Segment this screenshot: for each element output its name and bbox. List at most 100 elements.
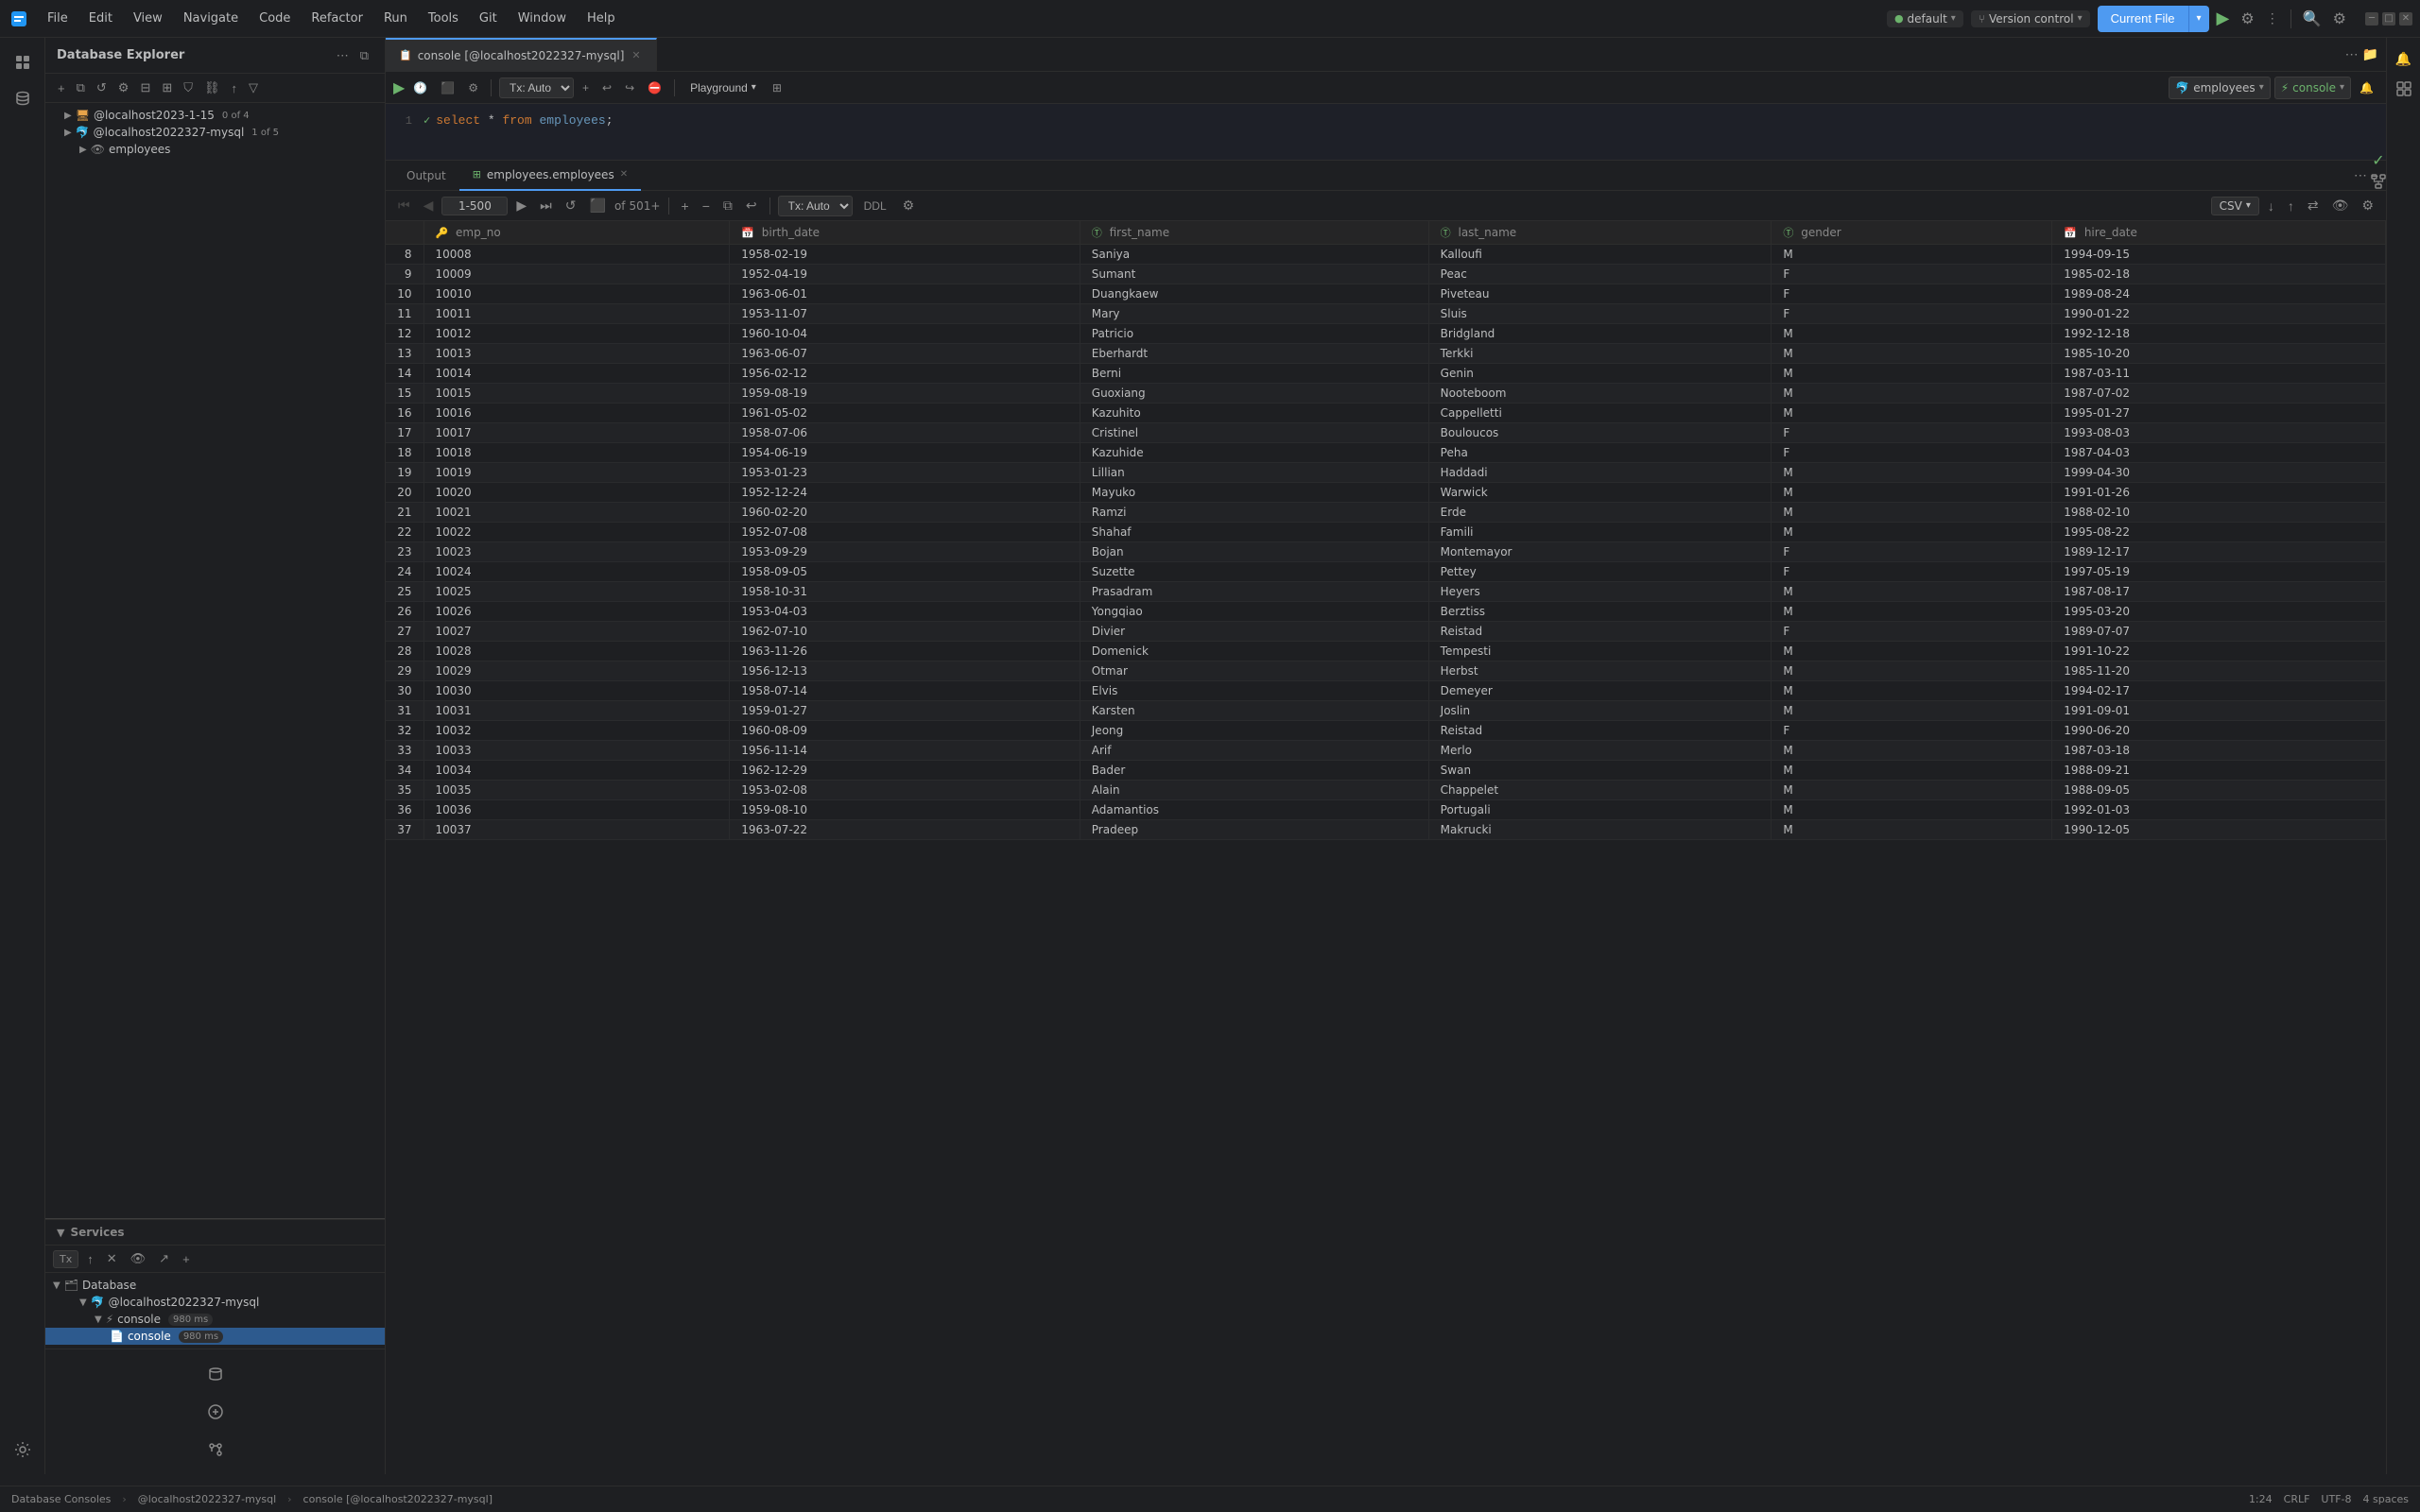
services-eye-btn[interactable]: 👁 xyxy=(126,1248,151,1269)
table-row[interactable]: 26 10026 1953-04-03 Yongqiao Berztiss M … xyxy=(386,602,2386,622)
transpose-btn[interactable]: ⇄ xyxy=(2303,196,2324,215)
table-row[interactable]: 27 10027 1962-07-10 Divier Reistad F 198… xyxy=(386,622,2386,642)
table-row[interactable]: 15 10015 1959-08-19 Guoxiang Nooteboom M… xyxy=(386,384,2386,404)
maximize-button[interactable]: □ xyxy=(2382,12,2395,26)
table-row[interactable]: 10 10010 1963-06-01 Duangkaew Piveteau F… xyxy=(386,284,2386,304)
global-debug-button[interactable]: ⚙ xyxy=(2237,9,2257,28)
results-tab-close-icon[interactable]: ✕ xyxy=(620,169,628,180)
menu-window[interactable]: Window xyxy=(509,8,576,29)
add-stmt-btn[interactable]: + xyxy=(578,78,594,97)
sidebar-export-btn[interactable]: ↑ xyxy=(227,78,243,98)
status-indent[interactable]: 4 spaces xyxy=(2363,1493,2410,1505)
table-row[interactable]: 24 10024 1958-09-05 Suzette Pettey F 199… xyxy=(386,562,2386,582)
services-close-btn[interactable]: ✕ xyxy=(102,1248,122,1269)
current-file-button[interactable]: Current File xyxy=(2098,6,2188,32)
sidebar-refresh-btn[interactable]: ↺ xyxy=(92,77,112,98)
table-row[interactable]: 32 10032 1960-08-09 Jeong Reistad F 1990… xyxy=(386,721,2386,741)
sidebar-copy-btn[interactable]: ⧉ xyxy=(72,77,90,98)
run-query-button[interactable]: ▶ xyxy=(393,78,405,97)
revert-btn[interactable]: ↩ xyxy=(741,196,762,215)
undo-btn[interactable]: ↩ xyxy=(597,78,616,97)
right-layout-btn[interactable] xyxy=(2391,76,2417,102)
table-row[interactable]: 34 10034 1962-12-29 Bader Swan M 1988-09… xyxy=(386,761,2386,781)
left-api-icon[interactable] xyxy=(199,1395,233,1429)
add-row-btn[interactable]: + xyxy=(677,197,694,215)
menu-edit[interactable]: Edit xyxy=(79,8,122,29)
results-more-btn[interactable]: ⋯ xyxy=(2354,167,2367,183)
services-up-btn[interactable]: ↑ xyxy=(82,1249,98,1269)
output-tab[interactable]: Output xyxy=(393,161,459,191)
data-table-container[interactable]: 🔑 emp_no 📅 birth_date Ⓣ first_name xyxy=(386,221,2386,1474)
table-row[interactable]: 28 10028 1963-11-26 Domenick Tempesti M … xyxy=(386,642,2386,662)
table-row[interactable]: 9 10009 1952-04-19 Sumant Peac F 1985-02… xyxy=(386,265,2386,284)
tab-more-btn[interactable]: ⋯ xyxy=(2345,46,2359,62)
delete-row-btn[interactable]: − xyxy=(698,197,715,215)
version-control-selector[interactable]: ⑂ Version control ▾ xyxy=(1971,10,2090,27)
sidebar-bookmark-btn[interactable]: ⛉ xyxy=(179,77,198,98)
table-row[interactable]: 13 10013 1963-06-07 Eberhardt Terkki M 1… xyxy=(386,344,2386,364)
tx-badge[interactable]: Tx xyxy=(53,1250,78,1268)
activity-settings2[interactable] xyxy=(6,1433,40,1467)
sidebar-filter-btn[interactable]: ▽ xyxy=(244,77,263,98)
first-page-btn[interactable]: ⏮ xyxy=(393,196,415,215)
prev-page-btn[interactable]: ◀ xyxy=(419,196,439,215)
col-settings-btn[interactable]: ⚙ xyxy=(2357,196,2378,215)
table-row[interactable]: 18 10018 1954-06-19 Kazuhide Peha F 1987… xyxy=(386,443,2386,463)
tab-close-icon[interactable]: ✕ xyxy=(630,48,642,62)
table-row[interactable]: 11 10011 1953-11-07 Mary Sluis F 1990-01… xyxy=(386,304,2386,324)
upload-btn[interactable]: ↑ xyxy=(2283,197,2299,215)
export-settings-btn[interactable]: ⚙ xyxy=(898,196,920,215)
table-row[interactable]: 30 10030 1958-07-14 Elvis Demeyer M 1994… xyxy=(386,681,2386,701)
services-export2-btn[interactable]: ↗ xyxy=(154,1248,174,1269)
table-row[interactable]: 8 10008 1958-02-19 Saniya Kalloufi M 199… xyxy=(386,245,2386,265)
default-selector[interactable]: ● default ▾ xyxy=(1887,10,1963,27)
services-database-item[interactable]: ▼ 🗂 Database xyxy=(45,1277,385,1294)
tx-auto-select[interactable]: Tx: Auto xyxy=(499,77,574,98)
connection-1[interactable]: ▶ 🖥 @localhost2023-1-15 0 of 4 xyxy=(45,107,385,124)
services-console-active-item[interactable]: 📄 console 980 ms xyxy=(45,1328,385,1345)
table-row[interactable]: 21 10021 1960-02-20 Ramzi Erde M 1988-02… xyxy=(386,503,2386,523)
table-row[interactable]: 33 10033 1956-11-14 Arif Merlo M 1987-03… xyxy=(386,741,2386,761)
status-conn[interactable]: @localhost2022327-mysql xyxy=(138,1493,276,1505)
tab-folder-btn[interactable]: 📁 xyxy=(2362,46,2378,62)
refresh-btn[interactable]: ↺ xyxy=(561,196,581,215)
left-git-icon[interactable] xyxy=(199,1433,233,1467)
menu-navigate[interactable]: Navigate xyxy=(174,8,248,29)
last-page-btn[interactable]: ⏭ xyxy=(535,196,557,215)
menu-run[interactable]: Run xyxy=(374,8,417,29)
table-row[interactable]: 12 10012 1960-10-04 Patricio Bridgland M… xyxy=(386,324,2386,344)
preview-btn[interactable]: 👁 xyxy=(2327,196,2354,215)
sidebar-more-btn[interactable]: ⋯ xyxy=(332,45,354,66)
more-button[interactable]: ⋮ xyxy=(2262,10,2283,26)
settings-button[interactable]: ⚙ xyxy=(2329,9,2350,28)
table-row[interactable]: 36 10036 1959-08-10 Adamantios Portugali… xyxy=(386,800,2386,820)
playground-btn[interactable]: Playground ▾ xyxy=(683,78,764,97)
table-row[interactable]: 23 10023 1953-09-29 Bojan Montemayor F 1… xyxy=(386,542,2386,562)
schema-selector[interactable]: ⚡ console ▾ xyxy=(2274,77,2351,99)
status-line-ending[interactable]: CRLF xyxy=(2284,1493,2310,1505)
ddl-button[interactable]: DDL xyxy=(856,198,894,215)
table-row[interactable]: 16 10016 1961-05-02 Kazuhito Cappelletti… xyxy=(386,404,2386,423)
search-button[interactable]: 🔍 xyxy=(2299,9,2325,28)
notifications-btn[interactable]: 🔔 xyxy=(2355,78,2378,97)
activity-db[interactable] xyxy=(6,81,40,115)
data-tab[interactable]: ⊞ employees.employees ✕ xyxy=(459,161,641,191)
services-conn-item[interactable]: ▼ 🐬 @localhost2022327-mysql xyxy=(45,1294,385,1311)
current-file-dropdown[interactable]: ▾ xyxy=(2188,6,2209,32)
table-row[interactable]: 20 10020 1952-12-24 Mayuko Warwick M 199… xyxy=(386,483,2386,503)
duplicate-row-btn[interactable]: ⧉ xyxy=(718,196,737,215)
editor-tab-console[interactable]: 📋 console [@localhost2022327-mysql] ✕ xyxy=(386,38,657,72)
stop-btn[interactable]: ⬛ xyxy=(436,78,459,97)
left-db-icon[interactable] xyxy=(199,1357,233,1391)
table-row[interactable]: 31 10031 1959-01-27 Karsten Joslin M 199… xyxy=(386,701,2386,721)
activity-explorer[interactable] xyxy=(6,45,40,79)
next-page-btn[interactable]: ▶ xyxy=(511,196,531,215)
close-button[interactable]: ✕ xyxy=(2399,12,2412,26)
status-console[interactable]: console [@localhost2022327-mysql] xyxy=(303,1493,493,1505)
sidebar-props-btn[interactable]: ⚙ xyxy=(113,77,134,98)
download-btn[interactable]: ↓ xyxy=(2263,197,2279,215)
editor-diagram-btn[interactable] xyxy=(2371,174,2386,192)
sidebar-expand-btn[interactable]: ⧉ xyxy=(355,45,373,66)
table-row[interactable]: 29 10029 1956-12-13 Otmar Herbst M 1985-… xyxy=(386,662,2386,681)
global-run-button[interactable]: ▶ xyxy=(2213,9,2234,28)
